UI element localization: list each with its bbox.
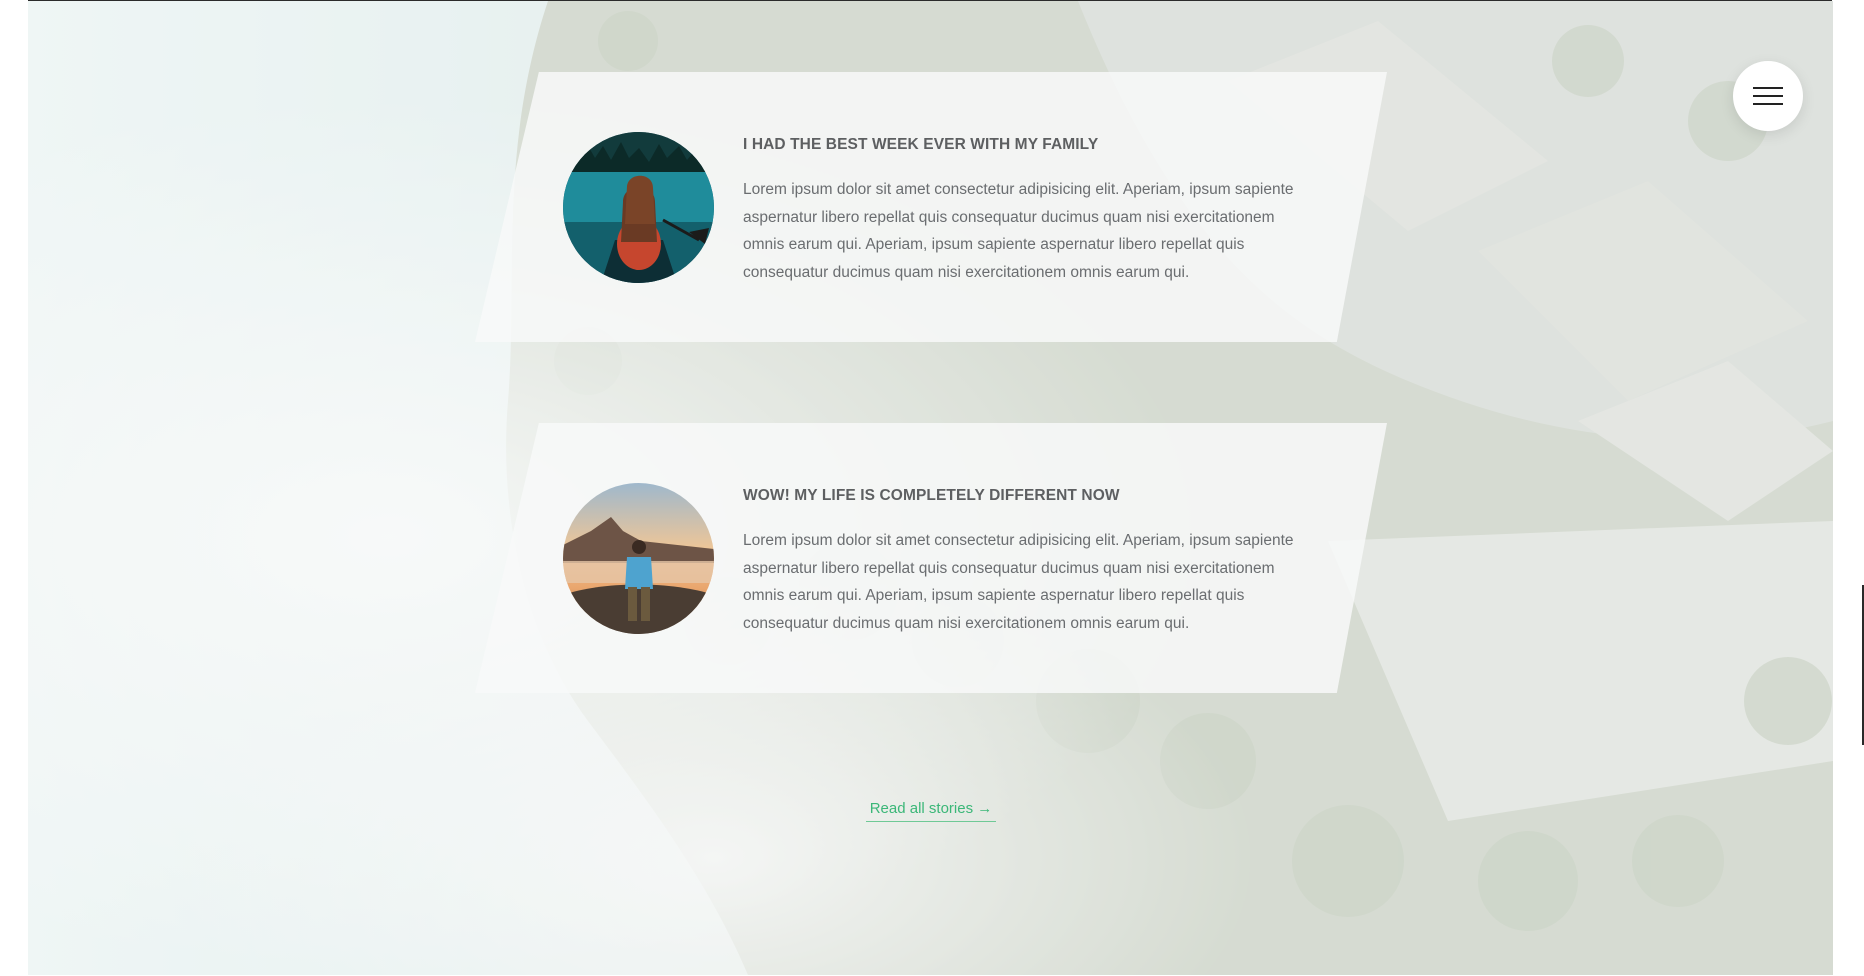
read-all-stories-link[interactable]: Read all stories → <box>866 800 996 822</box>
menu-button[interactable] <box>1733 61 1803 131</box>
story-text: Lorem ipsum dolor sit amet consectetur a… <box>743 181 1294 281</box>
page-edge <box>1833 0 1864 976</box>
story-card: WOW! MY LIFE IS COMPLETELY DIFFERENT NOW… <box>475 423 1387 693</box>
story-title: I HAD THE BEST WEEK EVER WITH MY FAMILY <box>743 136 1099 153</box>
story-photo-man-on-mountain <box>563 483 714 634</box>
story-card: I HAD THE BEST WEEK EVER WITH MY FAMILY … <box>475 72 1387 342</box>
story-photo-woman-in-canoe <box>563 132 714 283</box>
story-title: WOW! MY LIFE IS COMPLETELY DIFFERENT NOW <box>743 487 1120 504</box>
page: I HAD THE BEST WEEK EVER WITH MY FAMILY … <box>0 0 1864 976</box>
man-on-mountain-photo <box>563 483 714 634</box>
story-text: Lorem ipsum dolor sit amet consectetur a… <box>743 532 1294 632</box>
woman-in-canoe-photo <box>563 132 714 283</box>
